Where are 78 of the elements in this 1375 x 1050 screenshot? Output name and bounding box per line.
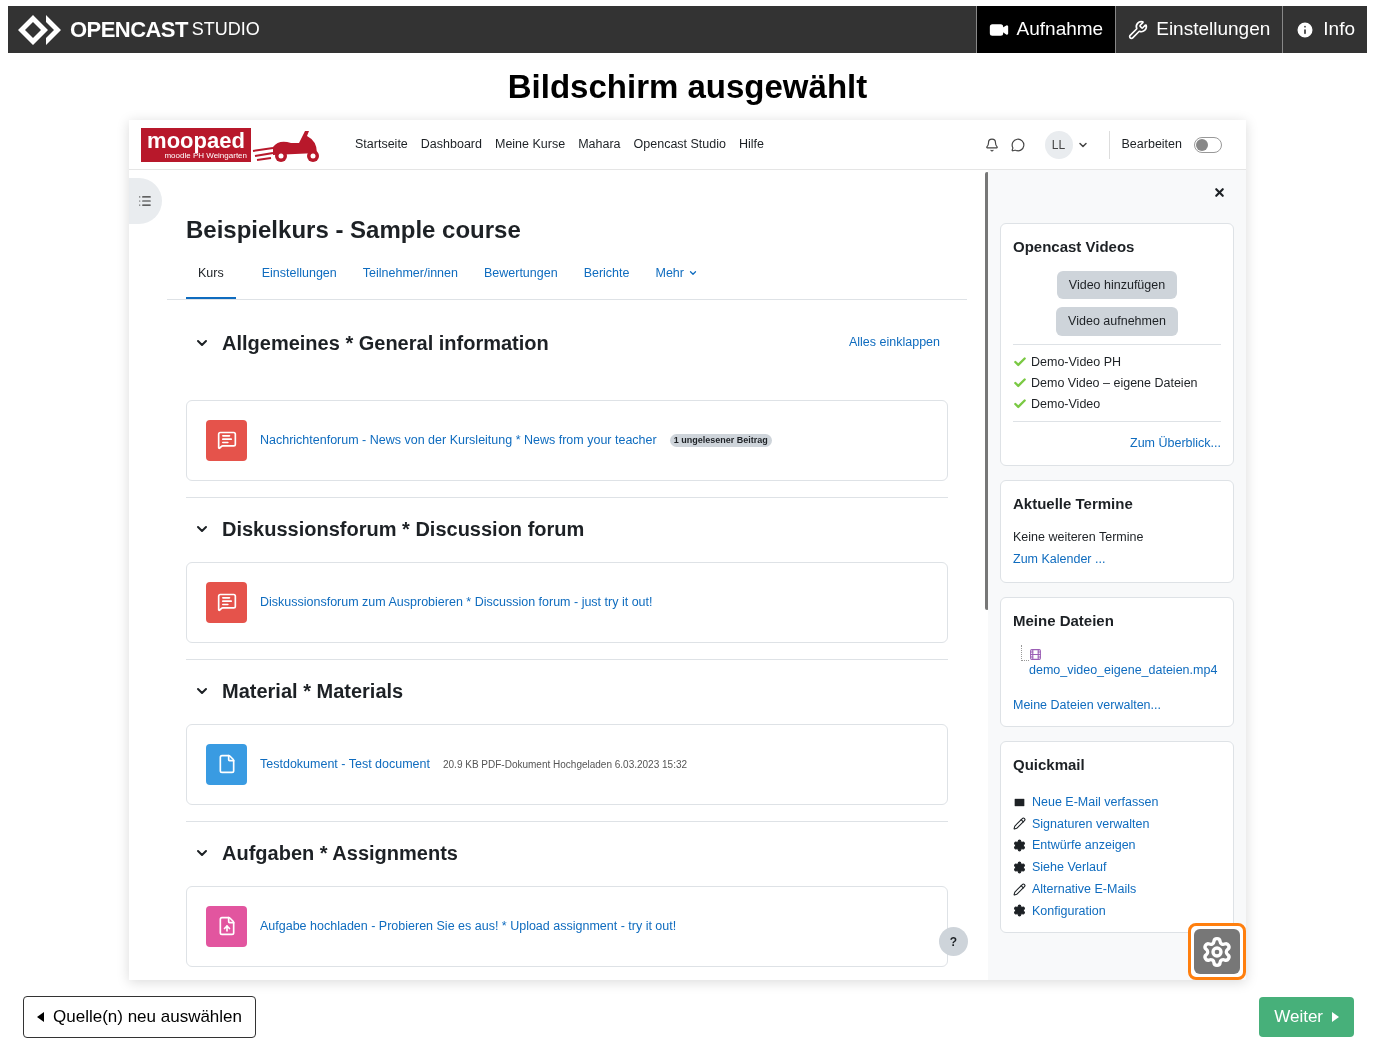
block-title: Quickmail	[1013, 755, 1086, 776]
gear-icon	[1013, 904, 1026, 918]
video-title: Demo-Video PH	[1031, 354, 1122, 371]
overview-link[interactable]: Zum Überblick...	[1130, 434, 1221, 453]
quickmail-link[interactable]: Neue E-Mail verfassen	[1032, 792, 1159, 812]
events-text: Keine weiteren Termine	[1013, 528, 1145, 546]
site-nav-link[interactable]: Meine Kurse	[494, 135, 566, 154]
course-tab[interactable]: Berichte	[583, 264, 630, 299]
section-title: Aufgaben * Assignments	[222, 840, 458, 866]
course-index-button[interactable]	[129, 178, 162, 224]
activity-link[interactable]: Aufgabe hochladen - Probieren Sie es aus! * Upload assignment - try it out!	[260, 916, 677, 936]
film-icon	[1029, 647, 1042, 661]
gear-icon	[1013, 860, 1026, 874]
section-title: Material * Materials	[222, 678, 404, 704]
mail-icon	[1013, 795, 1026, 809]
close-icon[interactable]	[1213, 186, 1226, 199]
gear-icon	[1013, 839, 1026, 853]
page-title: Bildschirm ausgewählt	[506, 67, 869, 107]
manage-files-link[interactable]: Meine Dateien verwalten...	[1013, 695, 1221, 715]
gear-icon	[1201, 935, 1233, 968]
moopaed-logo: moopaed moodle PH Weingarten	[141, 127, 251, 162]
activity-link[interactable]: Nachrichtenforum - News von der Kursleitung * News from your teacher	[260, 430, 657, 450]
opencast-logo-icon	[16, 12, 62, 47]
activity-link[interactable]: Testdokument - Test document	[260, 754, 430, 774]
course-tab[interactable]: Einstellungen	[261, 264, 337, 299]
site-nav-link[interactable]: Dashboard	[420, 135, 482, 154]
site-nav-link[interactable]: Mahara	[578, 135, 621, 154]
upload-file-icon	[206, 905, 247, 947]
course-tab[interactable]: Teilnehmer/innen	[362, 264, 458, 299]
block-title: Opencast Videos	[1013, 237, 1136, 257]
course-tab[interactable]: Bewertungen	[483, 264, 558, 299]
check-icon	[1013, 396, 1027, 411]
calendar-link[interactable]: Zum Kalender ...	[1013, 552, 1106, 567]
edit-mode-label: Bearbeiten	[1121, 136, 1182, 154]
caret-right-icon	[1331, 1012, 1339, 1022]
section-title: Diskussionsforum * Discussion forum	[222, 516, 585, 542]
collapse-all-link[interactable]: Alles einklappen	[848, 333, 940, 353]
unread-badge: 1 ungelesener Beitrag	[669, 433, 772, 447]
document-icon	[206, 743, 247, 785]
user-avatar[interactable]: LL	[1044, 130, 1073, 159]
site-nav-link[interactable]: Opencast Studio	[633, 135, 726, 154]
quickmail-link[interactable]: Konfiguration	[1032, 901, 1106, 921]
video-button[interactable]: Video aufnehmen	[1056, 307, 1178, 336]
app-logo-text: OPENCAST	[70, 16, 188, 44]
file-link[interactable]: demo_video_eigene_dateien.mp4	[1013, 660, 1221, 680]
settings-button[interactable]	[1188, 923, 1246, 980]
quickmail-link[interactable]: Signaturen verwalten	[1032, 814, 1150, 834]
quickmail-link[interactable]: Siehe Verlauf	[1032, 858, 1107, 877]
video-title: Demo Video – eigene Dateien	[1031, 374, 1198, 392]
help-button[interactable]: ?	[939, 927, 968, 956]
block-title: Aktuelle Termine	[1013, 494, 1134, 514]
app-logo-subtext: STUDIO	[191, 18, 260, 41]
activity-link[interactable]: Diskussionsforum zum Ausprobieren * Discussion forum - just try it out!	[260, 592, 653, 612]
chat-icon	[1010, 137, 1025, 152]
quickmail-link[interactable]: Entwürfe anzeigen	[1032, 836, 1136, 855]
course-tab[interactable]: Kurs	[186, 264, 236, 299]
forum-icon	[206, 419, 247, 461]
pencil-icon	[1013, 817, 1026, 831]
site-nav-link[interactable]: Startseite	[355, 135, 408, 154]
bell-icon	[984, 137, 999, 152]
quickmail-link[interactable]: Alternative E-Mails	[1032, 879, 1137, 899]
course-tab[interactable]: Mehr	[655, 264, 698, 299]
forum-icon	[206, 581, 247, 623]
block-title: Meine Dateien	[1013, 611, 1115, 632]
info-icon	[1295, 19, 1316, 40]
caret-left-icon	[37, 1012, 45, 1022]
video-title: Demo-Video	[1031, 395, 1101, 413]
edit-mode-toggle[interactable]	[1194, 136, 1222, 153]
wrench-icon	[1128, 19, 1149, 40]
course-title: Beispielkurs - Sample course	[186, 215, 522, 245]
nav-tab[interactable]: Aufnahme	[975, 6, 1116, 53]
list-icon	[137, 194, 152, 208]
site-nav-link[interactable]: Hilfe	[738, 135, 764, 154]
back-button[interactable]: Quelle(n) neu auswählen	[23, 996, 256, 1038]
pencil-icon	[1013, 882, 1026, 896]
file-details: 20.9 KB PDF-Dokument Hochgeladen 6.03.2023 15:32	[443, 757, 688, 772]
video-button[interactable]: Video hinzufügen	[1056, 270, 1178, 300]
section-title: Allgemeines * General information	[222, 330, 549, 356]
